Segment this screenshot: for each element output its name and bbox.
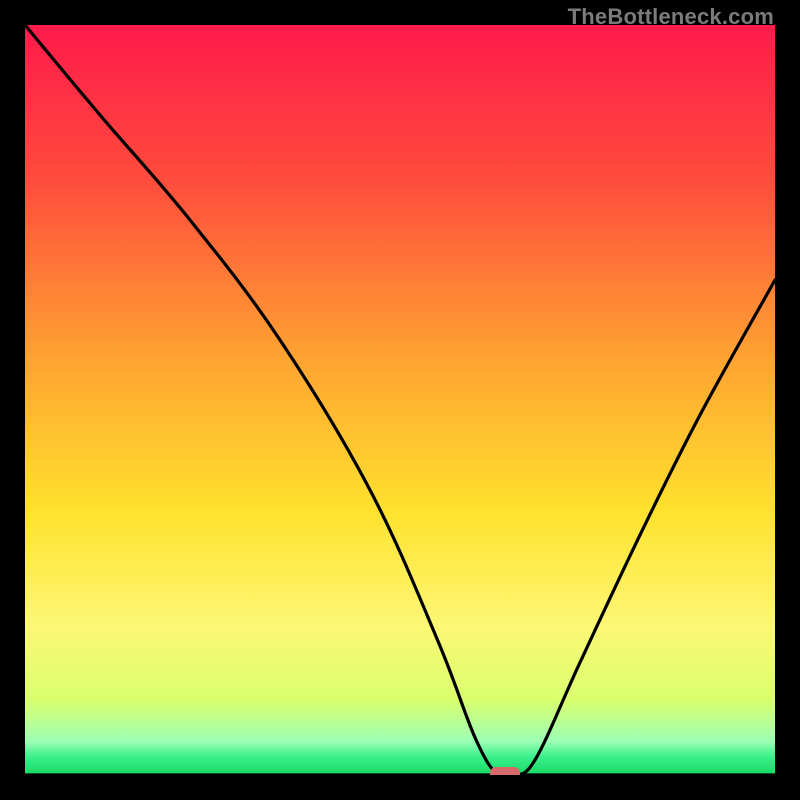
watermark-text: TheBottleneck.com xyxy=(568,4,774,30)
optimal-marker xyxy=(490,767,520,775)
bottleneck-curve xyxy=(25,25,775,775)
chart-frame: TheBottleneck.com xyxy=(0,0,800,800)
chart-svg xyxy=(25,25,775,775)
plot-area xyxy=(25,25,775,775)
